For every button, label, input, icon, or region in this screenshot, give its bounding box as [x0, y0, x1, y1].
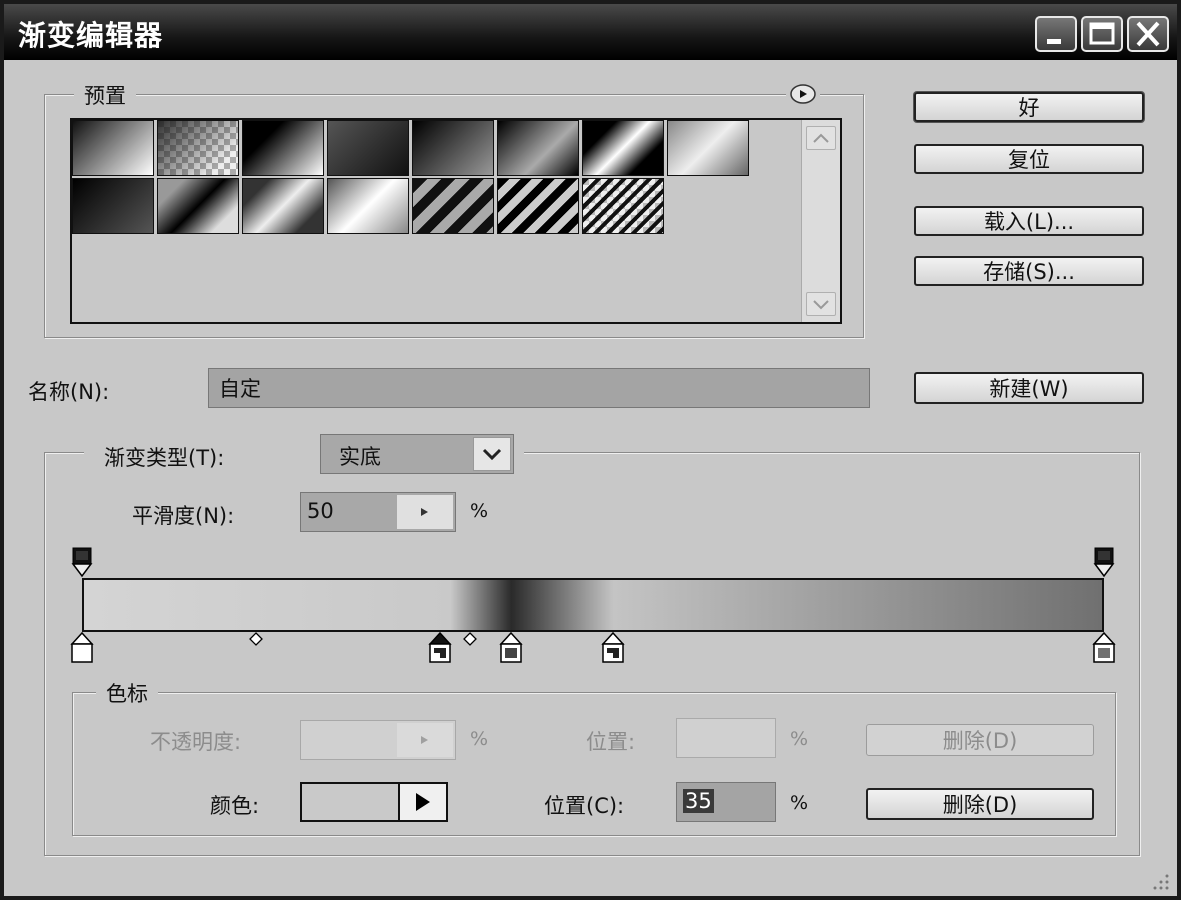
- preset-swatch[interactable]: [242, 178, 324, 234]
- preset-swatch[interactable]: [327, 120, 409, 176]
- minimize-icon: [1047, 39, 1061, 44]
- presets-legend: 预置: [74, 80, 136, 110]
- maximize-button[interactable]: [1081, 16, 1123, 52]
- stops-legend: 色标: [96, 678, 158, 708]
- smoothness-label: 平滑度(N):: [132, 504, 235, 528]
- opacity-slider-button[interactable]: [397, 723, 453, 757]
- color-location-value: 35: [683, 789, 714, 813]
- opacity-stop[interactable]: [71, 546, 93, 580]
- delete-color-stop-button[interactable]: 删除(D): [866, 788, 1094, 820]
- scroll-up-button[interactable]: [806, 126, 836, 150]
- chevron-down-icon: [813, 300, 829, 310]
- color-label: 颜色:: [210, 794, 260, 818]
- title-bar[interactable]: 渐变编辑器: [4, 4, 1177, 60]
- color-stop[interactable]: [600, 630, 626, 666]
- preset-swatch[interactable]: [412, 178, 494, 234]
- opacity-location-percent: %: [790, 728, 809, 750]
- ok-button[interactable]: 好: [914, 92, 1144, 122]
- preset-swatch[interactable]: [582, 120, 664, 176]
- maximize-icon: [1089, 22, 1115, 45]
- preset-swatch[interactable]: [72, 120, 154, 176]
- chevron-down-icon: [482, 448, 502, 461]
- triangle-right-icon: [416, 793, 430, 811]
- color-stop[interactable]: [1091, 630, 1117, 666]
- opacity-input[interactable]: [300, 720, 456, 760]
- smoothness-slider-button[interactable]: [397, 495, 453, 529]
- smoothness-value: 50: [307, 499, 334, 523]
- preset-scrollbar[interactable]: [801, 120, 840, 322]
- opacity-location-label: 位置:: [586, 730, 636, 754]
- color-location-percent: %: [790, 792, 809, 814]
- midpoint-diamond[interactable]: [463, 632, 478, 646]
- dialog-body: 预置 好 复位 载入(L)... 存储(S)... 名称(N): 自定 新建(W…: [4, 60, 1177, 896]
- gradient-type-dropdown-button[interactable]: [473, 437, 511, 471]
- gradient-editor-window: 渐变编辑器 预置 好 复位 载入(L)... 存储(S)... 名称(N): 自…: [0, 0, 1181, 900]
- preset-swatch[interactable]: [157, 120, 239, 176]
- reset-button[interactable]: 复位: [914, 144, 1144, 174]
- minimize-button[interactable]: [1035, 16, 1077, 52]
- preset-swatch[interactable]: [242, 120, 324, 176]
- gradient-type-select[interactable]: 实底: [320, 434, 514, 474]
- chevron-up-icon: [813, 133, 829, 143]
- smoothness-percent: %: [470, 500, 489, 522]
- gradient-bar[interactable]: [82, 578, 1104, 632]
- preset-swatch[interactable]: [667, 120, 749, 176]
- gradient-type-value: 实底: [339, 445, 381, 469]
- opacity-percent: %: [470, 728, 489, 750]
- opacity-label: 不透明度:: [150, 730, 242, 754]
- name-input[interactable]: 自定: [208, 368, 870, 408]
- gradient-type-label: 渐变类型(T):: [104, 446, 225, 470]
- save-button[interactable]: 存储(S)...: [914, 256, 1144, 286]
- preset-swatch[interactable]: [582, 178, 664, 234]
- presets-menu-bg: [786, 84, 820, 104]
- color-picker-arrow[interactable]: [398, 784, 446, 820]
- preset-swatch[interactable]: [327, 178, 409, 234]
- color-stop[interactable]: [69, 630, 95, 666]
- preset-swatch[interactable]: [72, 178, 154, 234]
- scroll-down-button[interactable]: [806, 292, 836, 316]
- preset-swatch[interactable]: [497, 178, 579, 234]
- opacity-location-input[interactable]: [676, 718, 776, 758]
- color-location-label: 位置(C):: [544, 794, 625, 818]
- opacity-stop[interactable]: [1093, 546, 1115, 580]
- color-swatch-button[interactable]: [300, 782, 448, 822]
- color-stop[interactable]: [427, 630, 453, 666]
- triangle-right-icon: [421, 736, 428, 744]
- load-button[interactable]: 载入(L)...: [914, 206, 1144, 236]
- name-label: 名称(N):: [28, 380, 110, 404]
- close-icon: [1136, 21, 1160, 47]
- preset-swatch[interactable]: [412, 120, 494, 176]
- midpoint-diamond[interactable]: [248, 632, 263, 646]
- preset-swatch-grid: [70, 118, 842, 324]
- color-location-input[interactable]: 35: [676, 782, 776, 822]
- resize-grip-icon[interactable]: [1149, 870, 1171, 892]
- new-button[interactable]: 新建(W): [914, 372, 1144, 404]
- color-stop[interactable]: [498, 630, 524, 666]
- play-circle-icon[interactable]: [786, 84, 820, 104]
- window-title: 渐变编辑器: [18, 19, 164, 52]
- delete-opacity-stop-button[interactable]: 删除(D): [866, 724, 1094, 756]
- triangle-right-icon: [421, 508, 428, 516]
- preset-swatch[interactable]: [157, 178, 239, 234]
- preset-swatch[interactable]: [497, 120, 579, 176]
- smoothness-input[interactable]: 50: [300, 492, 456, 532]
- close-button[interactable]: [1127, 16, 1169, 52]
